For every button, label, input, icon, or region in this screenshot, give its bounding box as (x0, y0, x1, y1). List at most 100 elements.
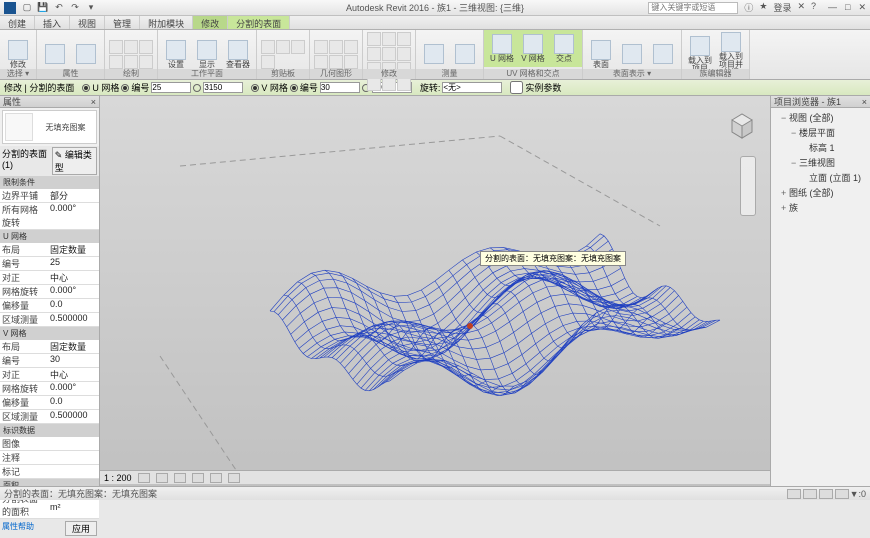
prop-value[interactable]: 0.0 (48, 299, 99, 312)
ribbon-small-btn[interactable] (367, 32, 381, 46)
prop-value[interactable]: 30 (48, 354, 99, 367)
help-search[interactable] (648, 2, 738, 14)
prop-section-header[interactable]: U 网格 (0, 230, 99, 243)
tree-item[interactable]: −三维视图 (773, 155, 868, 170)
prop-value[interactable]: 25 (48, 257, 99, 270)
u-count-input[interactable] (151, 82, 191, 93)
ribbon-small-btn[interactable] (261, 40, 275, 54)
tab-contextual[interactable]: 分割的表面 (228, 16, 290, 29)
ribbon-button[interactable] (41, 44, 69, 65)
visual-style-icon[interactable] (156, 473, 168, 483)
prop-section-header[interactable]: V 网格 (0, 327, 99, 340)
prop-value[interactable] (48, 451, 99, 464)
tab-manage[interactable]: 管理 (105, 16, 140, 29)
ribbon-small-btn[interactable] (344, 55, 358, 69)
qat-open-icon[interactable]: ▢ (20, 2, 34, 14)
ribbon-small-btn[interactable] (276, 40, 290, 54)
viewport-3d[interactable]: 分割的表面：无填充图案：无填充图案 (100, 96, 770, 496)
ribbon-small-btn[interactable] (124, 40, 138, 54)
prop-row[interactable]: 所有网格旋转0.000° (0, 203, 99, 230)
prop-row[interactable]: 区域测量0.500000 (0, 313, 99, 327)
u-dist-input[interactable] (203, 82, 243, 93)
nav-bar[interactable] (740, 156, 756, 216)
qat-undo-icon[interactable]: ↶ (52, 2, 66, 14)
exchange-icon[interactable]: ✕ (797, 1, 805, 14)
ribbon-button[interactable] (618, 44, 646, 65)
prop-row[interactable]: 偏移量0.0 (0, 299, 99, 313)
ribbon-small-btn[interactable] (109, 40, 123, 54)
v-mode-radio[interactable] (290, 84, 298, 92)
ribbon-small-btn[interactable] (397, 77, 411, 91)
prop-row[interactable]: 网格旋转0.000° (0, 285, 99, 299)
prop-row[interactable]: 边界平铺部分 (0, 189, 99, 203)
edit-type-button[interactable]: ✎ 编辑类型 (52, 147, 97, 175)
prop-value[interactable] (48, 465, 99, 478)
model-canvas[interactable] (100, 96, 760, 496)
u-grid-radio[interactable] (82, 84, 90, 92)
crop-icon[interactable] (210, 473, 222, 483)
prop-row[interactable]: 区域测量0.500000 (0, 410, 99, 424)
ribbon-small-btn[interactable] (382, 77, 396, 91)
login-button[interactable]: 登录 (773, 1, 791, 14)
sb-btn4[interactable] (835, 489, 849, 499)
ribbon-button[interactable]: 修改 (4, 40, 32, 69)
tab-insert[interactable]: 插入 (35, 16, 70, 29)
prop-value[interactable]: 0.000° (48, 285, 99, 298)
ribbon-small-btn[interactable] (367, 47, 381, 61)
ribbon-small-btn[interactable] (109, 55, 123, 69)
filter-count[interactable]: ▼:0 (850, 489, 866, 499)
tree-item[interactable]: 标高 1 (773, 140, 868, 155)
apply-button[interactable]: 应用 (65, 521, 97, 536)
ribbon-small-btn[interactable] (139, 40, 153, 54)
ribbon-button[interactable]: V 网格 (519, 34, 547, 63)
search-input[interactable] (648, 2, 738, 14)
ribbon-button[interactable]: 显示 (193, 40, 221, 69)
ribbon-small-btn[interactable] (314, 55, 328, 69)
browser-close-icon[interactable]: × (862, 97, 867, 107)
type-selector[interactable]: 无填充图案 (2, 110, 97, 144)
prop-row[interactable]: 注释 (0, 451, 99, 465)
ribbon-small-btn[interactable] (139, 55, 153, 69)
ribbon-small-btn[interactable] (382, 47, 396, 61)
detail-level-icon[interactable] (138, 473, 150, 483)
prop-value[interactable]: 固定数量 (48, 340, 99, 353)
prop-row[interactable]: 布局固定数量 (0, 243, 99, 257)
sb-btn3[interactable] (819, 489, 833, 499)
app-icon[interactable] (4, 2, 16, 14)
ribbon-small-btn[interactable] (397, 32, 411, 46)
ribbon-button[interactable] (420, 44, 448, 65)
ribbon-button[interactable] (451, 44, 479, 65)
v-count-input[interactable] (320, 82, 360, 93)
tab-view[interactable]: 视图 (70, 16, 105, 29)
qat-more-icon[interactable]: ▾ (84, 2, 98, 14)
prop-row[interactable]: 标记 (0, 465, 99, 479)
instance-param-check[interactable] (510, 81, 523, 94)
ribbon-button[interactable]: 表面 (587, 40, 615, 69)
ribbon-small-btn[interactable] (329, 55, 343, 69)
help-icon[interactable]: ? (811, 1, 816, 14)
prop-value[interactable]: 固定数量 (48, 243, 99, 256)
ribbon-small-btn[interactable] (367, 77, 381, 91)
tab-create[interactable]: 创建 (0, 16, 35, 29)
ribbon-button[interactable]: 设置 (162, 40, 190, 69)
prop-row[interactable]: 编号30 (0, 354, 99, 368)
ribbon-button[interactable]: U 网格 (488, 34, 516, 63)
prop-value[interactable]: 0.000° (48, 203, 99, 229)
tab-addins[interactable]: 附加模块 (140, 16, 193, 29)
ribbon-small-btn[interactable] (382, 32, 396, 46)
prop-row[interactable]: 图像 (0, 437, 99, 451)
tree-item[interactable]: 立面 (立面 1) (773, 170, 868, 185)
ribbon-small-btn[interactable] (261, 55, 275, 69)
ribbon-button[interactable]: 查看器 (224, 40, 252, 69)
ribbon-small-btn[interactable] (124, 55, 138, 69)
shadows-icon[interactable] (192, 473, 204, 483)
tree-item[interactable]: +族 (773, 200, 868, 215)
hide-icon[interactable] (228, 473, 240, 483)
prop-section-header[interactable]: 限制条件 (0, 176, 99, 189)
scale-label[interactable]: 1 : 200 (104, 473, 132, 483)
qat-save-icon[interactable]: 💾 (36, 2, 50, 14)
prop-value[interactable]: 中心 (48, 271, 99, 284)
view-cube[interactable] (722, 104, 762, 144)
properties-close-icon[interactable]: × (91, 97, 96, 107)
prop-value[interactable]: 0.0 (48, 396, 99, 409)
